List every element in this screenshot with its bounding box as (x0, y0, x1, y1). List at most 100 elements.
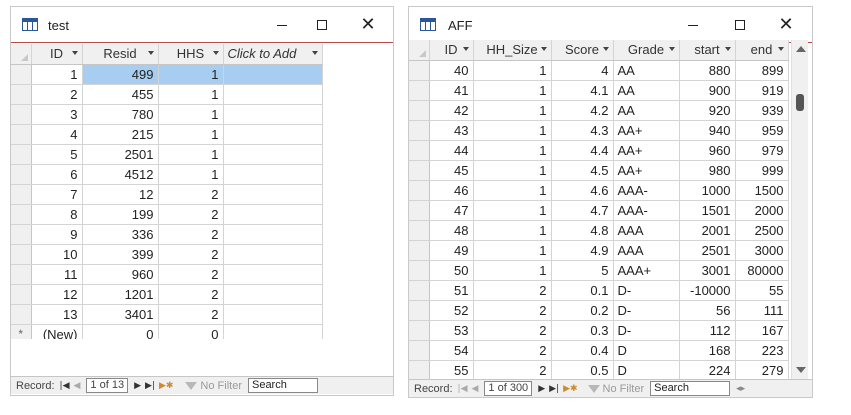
cell-hhs[interactable]: 1 (158, 144, 224, 165)
cell-hhs[interactable]: 1 (158, 124, 224, 145)
cell-id[interactable]: 40 (429, 60, 474, 81)
cell-id[interactable]: 43 (429, 120, 474, 141)
record-selector[interactable] (409, 240, 430, 261)
cell-click-to-add[interactable] (223, 124, 323, 145)
record-selector[interactable] (409, 280, 430, 301)
cell-end[interactable]: 3000 (735, 240, 789, 261)
search-input[interactable]: Search (650, 381, 731, 396)
cell-start[interactable]: 960 (679, 140, 736, 161)
cell-resid[interactable]: 499 (82, 64, 159, 85)
filter-status[interactable]: No Filter (587, 383, 644, 395)
column-header-resid[interactable]: Resid (82, 44, 159, 65)
cell-resid[interactable]: 336 (82, 224, 159, 245)
maximize-button[interactable] (725, 13, 755, 37)
record-selector[interactable] (409, 120, 430, 141)
cell-hh-size[interactable]: 1 (473, 120, 552, 141)
cell-start[interactable]: 880 (679, 60, 736, 81)
record-selector[interactable] (11, 184, 32, 205)
minimize-button[interactable] (678, 13, 708, 37)
scroll-down-arrow-icon[interactable] (796, 367, 806, 373)
table-row[interactable]: 40 1 4 AA 880 899 (409, 60, 789, 81)
cell-hh-size[interactable]: 1 (473, 260, 552, 281)
previous-record-icon[interactable]: ◀ (74, 381, 81, 391)
cell-score[interactable]: 0.4 (551, 340, 614, 361)
table-row[interactable]: 12 1201 2 (11, 284, 323, 305)
minimize-button[interactable] (267, 13, 297, 37)
column-header-grade[interactable]: Grade (613, 40, 680, 61)
next-record-icon[interactable]: ▶ (134, 381, 141, 391)
vertical-scrollbar[interactable] (791, 40, 808, 379)
cell-end[interactable]: 979 (735, 140, 789, 161)
cell-start[interactable]: 1501 (679, 200, 736, 221)
cell-hhs[interactable]: 2 (158, 244, 224, 265)
cell-score[interactable]: 4 (551, 60, 614, 81)
cell-hhs[interactable]: 2 (158, 284, 224, 305)
cell-resid[interactable]: 399 (82, 244, 159, 265)
scroll-left-right-icon[interactable]: ◂▸ (736, 384, 745, 394)
cell-score[interactable]: 4.4 (551, 140, 614, 161)
cell-resid[interactable]: 4512 (82, 164, 159, 185)
record-selector[interactable] (409, 220, 430, 241)
cell-score[interactable]: 4.7 (551, 200, 614, 221)
column-header-id[interactable]: ID (31, 44, 83, 65)
table-row[interactable]: 51 2 0.1 D- -10000 55 (409, 280, 789, 301)
record-selector[interactable] (11, 144, 32, 165)
cell-hh-size[interactable]: 1 (473, 100, 552, 121)
dropdown-arrow-icon[interactable] (71, 51, 78, 55)
cell-end[interactable]: 55 (735, 280, 789, 301)
table-row[interactable]: 49 1 4.9 AAA 2501 3000 (409, 240, 789, 261)
record-selector[interactable] (409, 320, 430, 341)
cell-hhs[interactable]: 2 (158, 184, 224, 205)
cell-id[interactable]: 48 (429, 220, 474, 241)
previous-record-icon[interactable]: ◀ (472, 384, 479, 394)
record-selector[interactable] (11, 224, 32, 245)
cell-id[interactable]: 11 (31, 264, 83, 285)
cell-grade[interactable]: AA (613, 80, 680, 101)
table-row[interactable]: 11 960 2 (11, 264, 323, 285)
record-selector[interactable] (11, 164, 32, 185)
cell-id[interactable]: 54 (429, 340, 474, 361)
cell-start[interactable]: 940 (679, 120, 736, 141)
record-selector[interactable] (11, 204, 32, 225)
cell-grade[interactable]: AA (613, 60, 680, 81)
cell-start[interactable]: 2001 (679, 220, 736, 241)
cell-id[interactable]: 8 (31, 204, 83, 225)
cell-start[interactable]: 2501 (679, 240, 736, 261)
cell-hh-size[interactable]: 1 (473, 60, 552, 81)
cell-hh-size[interactable]: 1 (473, 80, 552, 101)
cell-hhs[interactable]: 2 (158, 304, 224, 325)
cell-hh-size[interactable]: 2 (473, 340, 552, 361)
table-row[interactable]: 50 1 5 AAA+ 3001 80000 (409, 260, 789, 281)
record-selector[interactable] (11, 124, 32, 145)
table-row[interactable]: 53 2 0.3 D- 112 167 (409, 320, 789, 341)
search-input[interactable]: Search (247, 378, 318, 393)
cell-grade[interactable]: D- (613, 300, 680, 321)
cell-click-to-add[interactable] (223, 164, 323, 185)
cell-id[interactable]: 47 (429, 200, 474, 221)
table-row[interactable]: 46 1 4.6 AAA- 1000 1500 (409, 180, 789, 201)
select-all-corner[interactable] (409, 40, 430, 61)
first-record-icon[interactable]: |◀ (60, 381, 70, 391)
filter-status[interactable]: No Filter (185, 380, 242, 392)
cell-hhs[interactable]: 1 (158, 164, 224, 185)
cell-end[interactable]: 1500 (735, 180, 789, 201)
table-row[interactable]: 52 2 0.2 D- 56 111 (409, 300, 789, 321)
cell-end[interactable]: 959 (735, 120, 789, 141)
last-record-icon[interactable]: ▶| (549, 384, 559, 394)
dropdown-arrow-icon[interactable] (462, 47, 469, 51)
record-selector[interactable] (11, 244, 32, 265)
dropdown-arrow-icon[interactable] (777, 47, 784, 51)
close-button[interactable]: ✕ (353, 13, 383, 37)
table-row[interactable]: 47 1 4.7 AAA- 1501 2000 (409, 200, 789, 221)
cell-id[interactable]: 3 (31, 104, 83, 125)
cell-grade[interactable]: D- (613, 280, 680, 301)
cell-grade[interactable]: AAA- (613, 180, 680, 201)
cell-score[interactable]: 4.1 (551, 80, 614, 101)
cell-grade[interactable]: AAA (613, 240, 680, 261)
cell-score[interactable]: 0.3 (551, 320, 614, 341)
cell-score[interactable]: 4.5 (551, 160, 614, 181)
record-selector[interactable] (409, 60, 430, 81)
record-selector[interactable] (409, 180, 430, 201)
cell-end[interactable]: 279 (735, 360, 789, 381)
table-row[interactable]: 4 215 1 (11, 124, 323, 145)
